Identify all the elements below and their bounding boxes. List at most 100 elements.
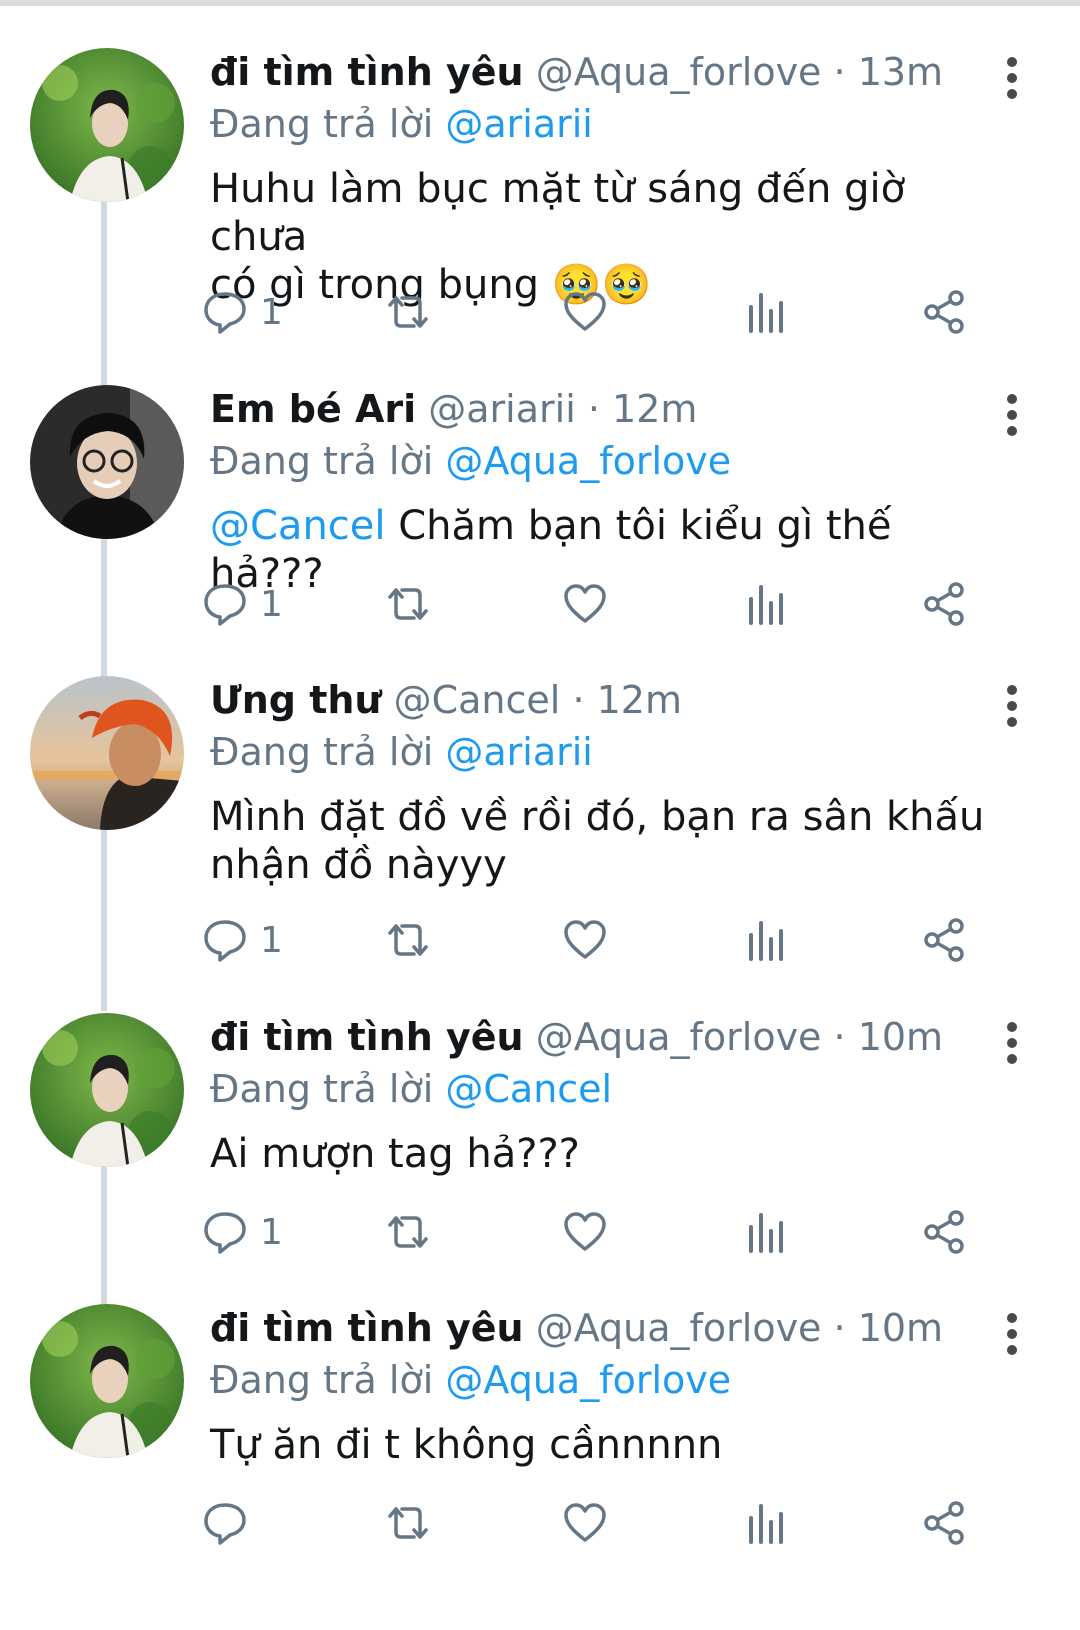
timestamp[interactable]: 10m	[858, 1015, 943, 1059]
stats-button[interactable]	[746, 1498, 786, 1548]
share-icon	[922, 289, 968, 335]
separator-dot: ·	[833, 1015, 858, 1059]
reply-count: 1	[260, 919, 283, 961]
reply-icon	[202, 1500, 248, 1546]
author-handle[interactable]: @Aqua_forlove	[536, 1306, 822, 1350]
reply-prefix: Đang trả lời	[210, 1358, 434, 1402]
retweet-icon	[382, 1209, 434, 1255]
timestamp[interactable]: 12m	[612, 387, 697, 431]
avatar[interactable]	[30, 385, 184, 539]
stats-button[interactable]	[746, 287, 786, 337]
tweet-header: đi tìm tình yêu @Aqua_forlove · 10m	[210, 1015, 943, 1059]
stats-button[interactable]	[746, 1207, 786, 1257]
share-icon	[922, 1209, 968, 1255]
stats-icon	[746, 289, 786, 335]
share-icon	[922, 581, 968, 627]
reply-button[interactable]: 1	[202, 579, 283, 629]
tweet[interactable]: Ưng thư @Cancel · 12m Đang trả lời @aria…	[0, 628, 1080, 962]
retweet-icon	[382, 581, 434, 627]
avatar[interactable]	[30, 1013, 184, 1167]
reply-button[interactable]: 1	[202, 915, 283, 965]
share-button[interactable]	[922, 1207, 968, 1257]
share-button[interactable]	[922, 579, 968, 629]
reply-count: 1	[260, 583, 283, 625]
reply-to-mention[interactable]: @ariarii	[445, 730, 593, 774]
tweet-text-line: Tự ăn đi t không cầnnnnn	[210, 1422, 723, 1468]
author-name[interactable]: đi tìm tình yêu	[210, 50, 524, 94]
retweet-button[interactable]	[382, 1498, 434, 1548]
author-handle[interactable]: @Aqua_forlove	[536, 1015, 822, 1059]
like-icon	[562, 289, 608, 335]
tweet-text: Tự ăn đi t không cầnnnnn	[210, 1421, 1010, 1469]
timestamp[interactable]: 10m	[858, 1306, 943, 1350]
author-handle[interactable]: @Cancel	[394, 678, 561, 722]
tweet[interactable]: đi tìm tình yêu @Aqua_forlove · 10m Đang…	[0, 965, 1080, 1265]
reply-context: Đang trả lời @ariarii	[210, 102, 593, 146]
tweet[interactable]: Em bé Ari @ariarii · 12m Đang trả lời @A…	[0, 337, 1080, 637]
author-name[interactable]: Em bé Ari	[210, 387, 416, 431]
more-icon[interactable]	[1005, 684, 1019, 728]
more-icon[interactable]	[1005, 1312, 1019, 1356]
tweet-text-line: nhận đồ nàyyy	[210, 842, 507, 888]
reply-icon	[202, 917, 248, 963]
author-handle[interactable]: @Aqua_forlove	[536, 50, 822, 94]
reply-context: Đang trả lời @ariarii	[210, 730, 593, 774]
avatar[interactable]	[30, 1304, 184, 1458]
like-icon	[562, 917, 608, 963]
reply-to-mention[interactable]: @Cancel	[445, 1067, 612, 1111]
tweet-text-line: Mình đặt đồ về rồi đó, bạn ra sân khấu	[210, 794, 985, 840]
reply-icon	[202, 289, 248, 335]
reply-count: 1	[260, 1211, 283, 1253]
action-bar: 1	[204, 1207, 1010, 1257]
retweet-icon	[382, 917, 434, 963]
more-icon[interactable]	[1005, 56, 1019, 100]
stats-icon	[746, 1209, 786, 1255]
reply-count: 1	[260, 291, 283, 333]
tweet[interactable]: đi tìm tình yêu @Aqua_forlove · 13m Đang…	[0, 0, 1080, 334]
author-name[interactable]: Ưng thư	[210, 678, 382, 722]
share-button[interactable]	[922, 287, 968, 337]
share-button[interactable]	[922, 915, 968, 965]
avatar[interactable]	[30, 48, 184, 202]
action-bar	[204, 1498, 1010, 1548]
reply-button[interactable]: 1	[202, 1207, 283, 1257]
stats-button[interactable]	[746, 915, 786, 965]
retweet-button[interactable]	[382, 1207, 434, 1257]
reply-icon	[202, 581, 248, 627]
reply-to-mention[interactable]: @ariarii	[445, 102, 593, 146]
avatar[interactable]	[30, 676, 184, 830]
more-icon[interactable]	[1005, 393, 1019, 437]
like-button[interactable]	[562, 1498, 608, 1548]
reply-button[interactable]	[202, 1498, 260, 1548]
share-button[interactable]	[922, 1498, 968, 1548]
tweet-text: Ai mượn tag hả???	[210, 1130, 1010, 1178]
stats-button[interactable]	[746, 579, 786, 629]
reply-prefix: Đang trả lời	[210, 1067, 434, 1111]
reply-button[interactable]: 1	[202, 287, 283, 337]
like-button[interactable]	[562, 1207, 608, 1257]
share-icon	[922, 917, 968, 963]
tweet-header: đi tìm tình yêu @Aqua_forlove · 10m	[210, 1306, 943, 1350]
author-name[interactable]: đi tìm tình yêu	[210, 1015, 524, 1059]
retweet-button[interactable]	[382, 915, 434, 965]
tweet-header: Em bé Ari @ariarii · 12m	[210, 387, 697, 431]
separator-dot: ·	[587, 387, 613, 431]
retweet-button[interactable]	[382, 579, 434, 629]
author-handle[interactable]: @ariarii	[428, 387, 576, 431]
like-button[interactable]	[562, 287, 608, 337]
reply-to-mention[interactable]: @Aqua_forlove	[445, 1358, 731, 1402]
like-button[interactable]	[562, 915, 608, 965]
tweet[interactable]: đi tìm tình yêu @Aqua_forlove · 10m Đang…	[0, 1256, 1080, 1556]
stats-icon	[746, 917, 786, 963]
retweet-button[interactable]	[382, 287, 434, 337]
author-name[interactable]: đi tìm tình yêu	[210, 1306, 524, 1350]
action-bar: 1	[204, 287, 1010, 337]
timestamp[interactable]: 13m	[858, 50, 943, 94]
tweet-text-line: Ai mượn tag hả???	[210, 1131, 580, 1177]
reply-to-mention[interactable]: @Aqua_forlove	[445, 439, 731, 483]
more-icon[interactable]	[1005, 1021, 1019, 1065]
retweet-icon	[382, 1500, 434, 1546]
inline-mention[interactable]: @Cancel	[210, 503, 386, 549]
timestamp[interactable]: 12m	[597, 678, 682, 722]
like-button[interactable]	[562, 579, 608, 629]
